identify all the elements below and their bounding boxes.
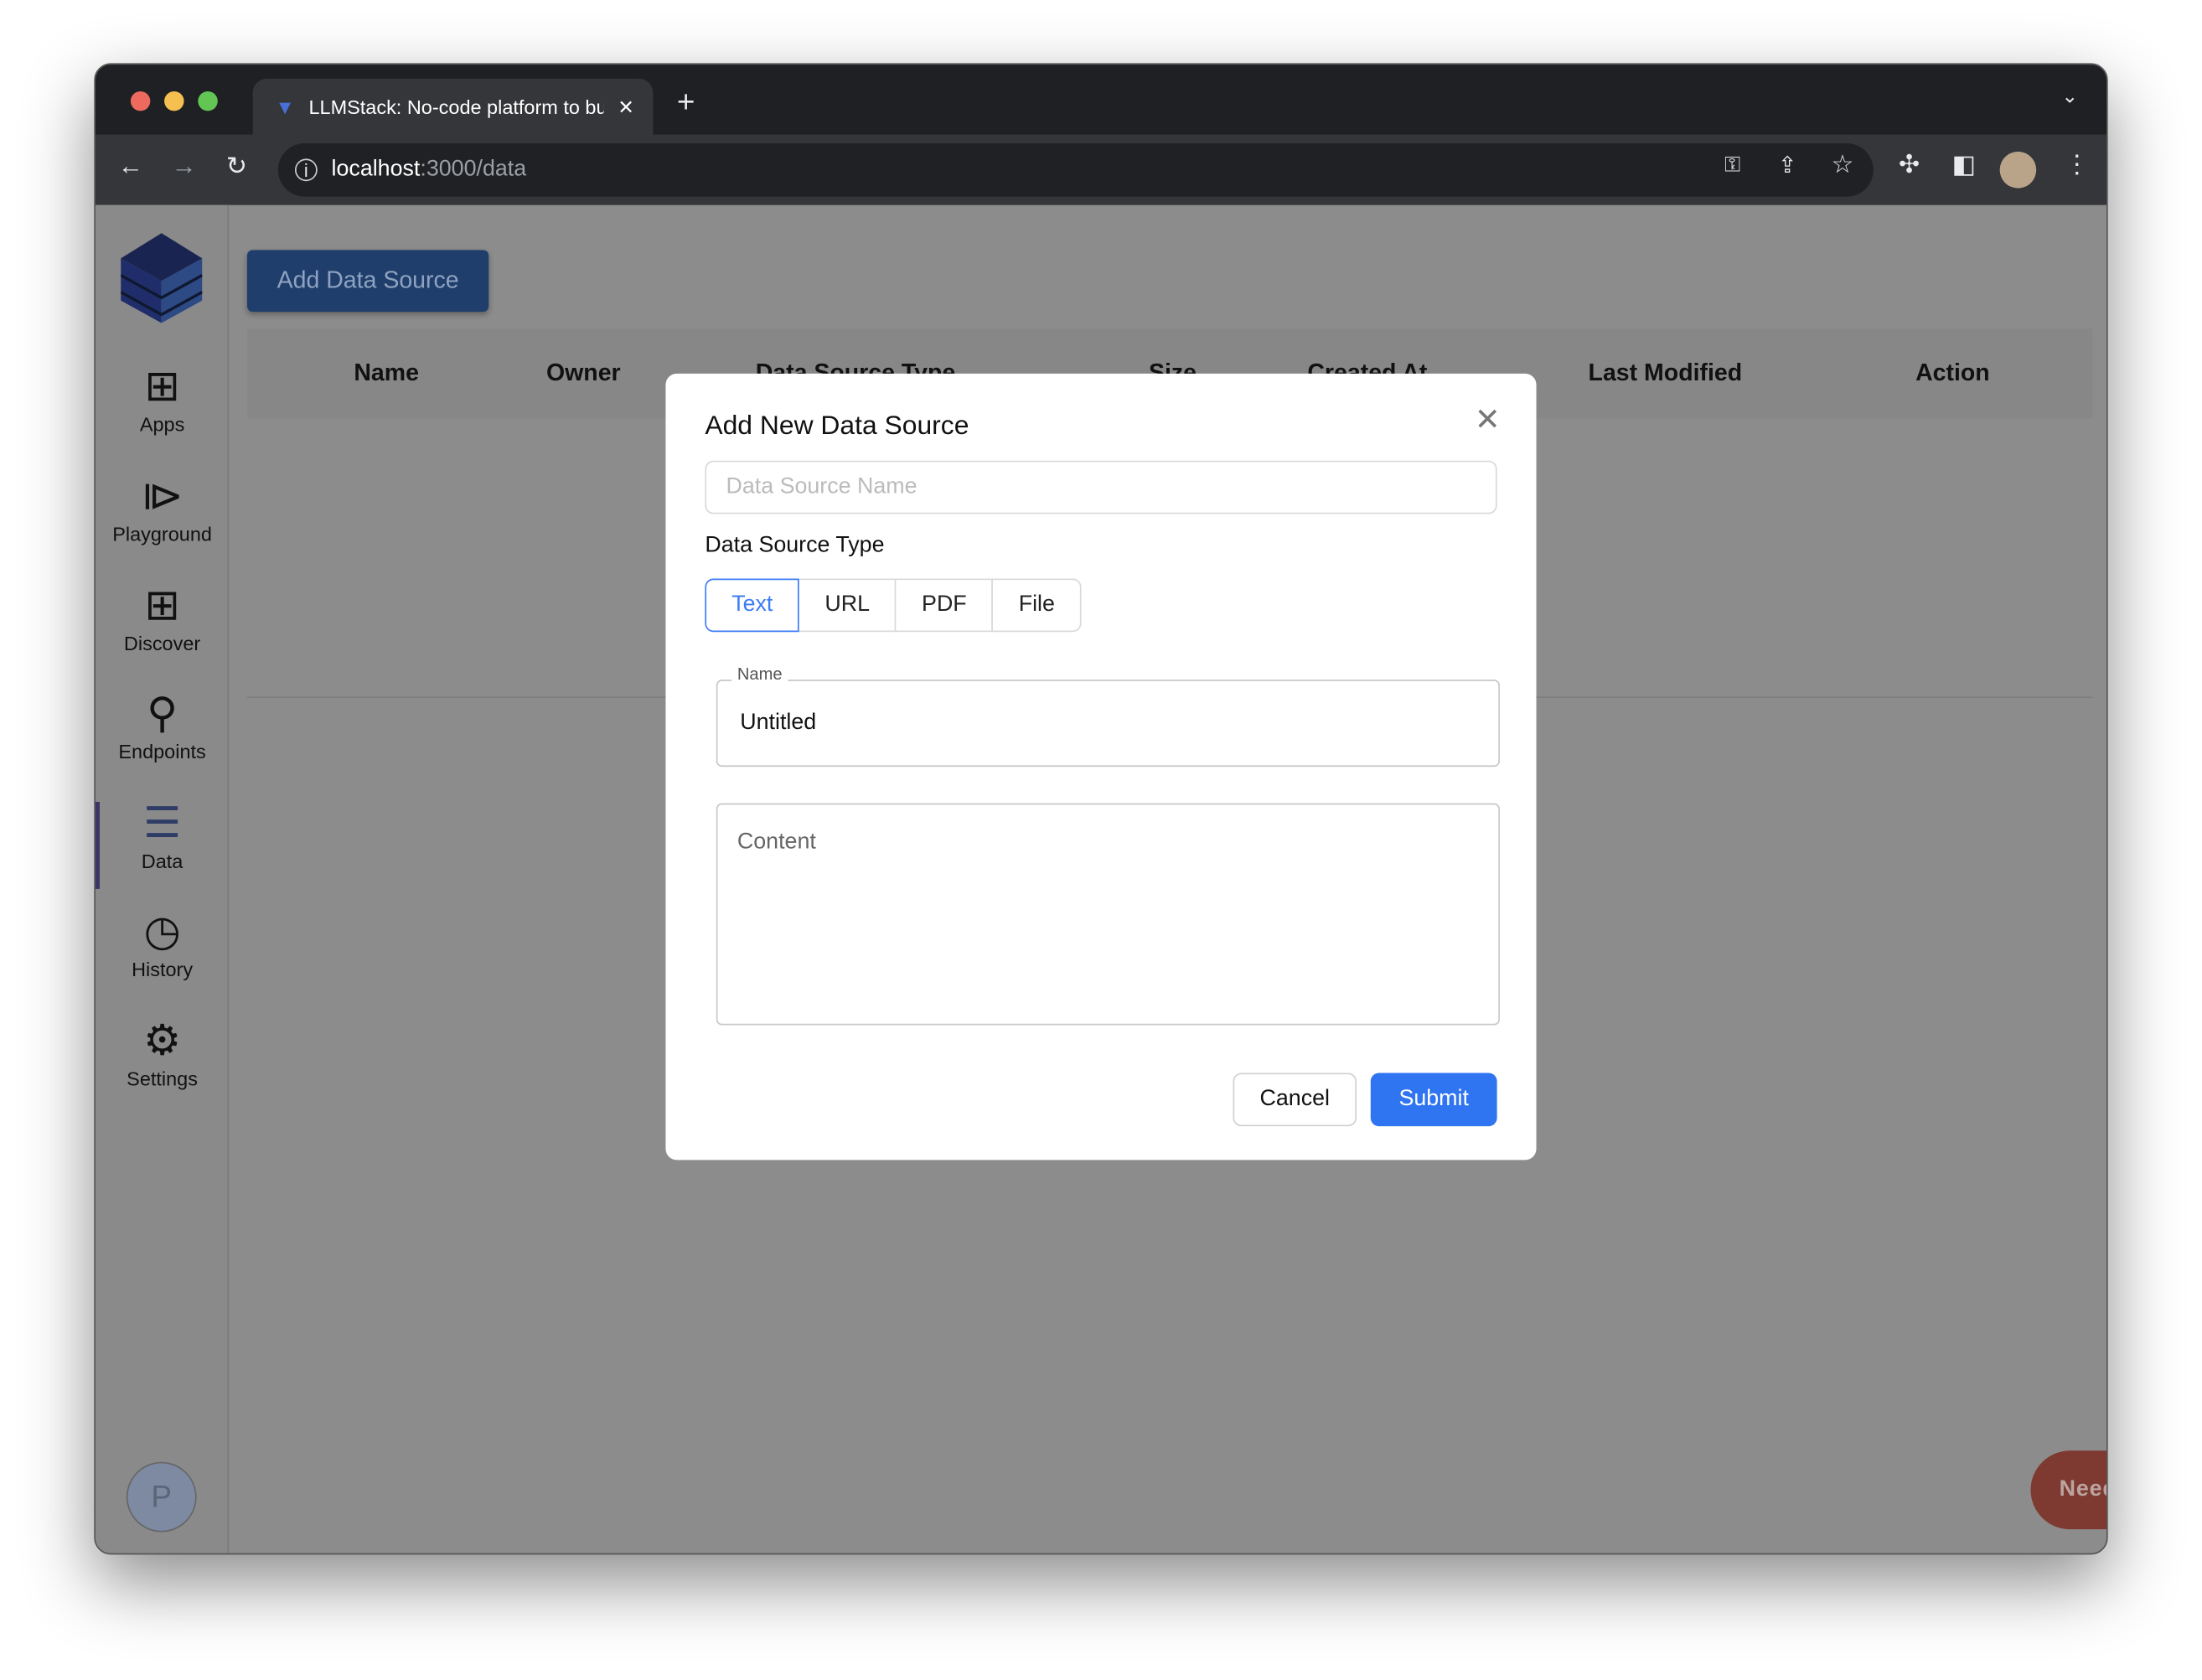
sidebar-item-data[interactable]: ☰Data	[96, 799, 229, 872]
sidebar-item-label: Apps	[140, 413, 185, 436]
add-data-source-button[interactable]: Add Data Source	[247, 250, 488, 312]
browser-tab[interactable]: ▼ LLMStack: No-code platform to build LL…	[253, 79, 654, 135]
history-clock-icon: ◷	[96, 907, 229, 958]
sidebar-item-apps[interactable]: ⊞Apps	[96, 362, 229, 435]
data-source-type-label: Data Source Type	[705, 534, 884, 559]
browser-toolbar: ← → ↻ i localhost:3000/data ⚿ ⇪ ☆ ✣ ◧ ⋮	[96, 135, 2106, 205]
tab-bar: ▼ LLMStack: No-code platform to build LL…	[96, 65, 2106, 135]
name-field[interactable]: Name Untitled	[716, 680, 1500, 767]
column-header[interactable]: Last Modified	[1589, 359, 1743, 388]
forward-icon[interactable]: →	[171, 152, 196, 181]
llmstack-logo	[121, 230, 202, 323]
sidebar: ⊞Apps ⧐Playground ⊞Discover ⚲Endpoints ☰…	[96, 205, 229, 1553]
sidebar-item-endpoints[interactable]: ⚲Endpoints	[96, 690, 229, 762]
sidebar-item-label: History	[132, 958, 193, 980]
database-icon: ☰	[96, 799, 229, 850]
minimize-window-button[interactable]	[164, 91, 184, 111]
close-window-button[interactable]	[131, 91, 150, 111]
sidebar-item-label: Playground	[112, 522, 212, 545]
sidebar-item-label: Settings	[127, 1067, 198, 1090]
tab-title: LLMStack: No-code platform to build LLM …	[308, 96, 603, 118]
name-field-label: Name	[731, 664, 788, 684]
dialog-title: Add New Data Source	[705, 411, 969, 442]
content-textarea[interactable]: Content	[716, 804, 1500, 1026]
reload-icon[interactable]: ↻	[226, 152, 247, 181]
data-source-name-input[interactable]	[705, 461, 1496, 514]
discover-grid-icon: ⊞	[96, 582, 229, 632]
extensions-icon[interactable]: ✣	[1899, 150, 1920, 179]
type-option-url[interactable]: URL	[799, 579, 897, 633]
type-option-text[interactable]: Text	[705, 579, 799, 633]
plug-icon: ⚲	[96, 690, 229, 740]
maximize-window-button[interactable]	[198, 91, 217, 111]
play-square-icon: ⧐	[96, 472, 229, 522]
apps-grid-icon: ⊞	[96, 362, 229, 412]
name-field-value: Untitled	[740, 711, 816, 736]
llmstack-favicon-icon: ▼	[275, 96, 294, 118]
sidebar-item-discover[interactable]: ⊞Discover	[96, 582, 229, 654]
close-icon[interactable]: ✕	[1475, 401, 1501, 438]
type-option-pdf[interactable]: PDF	[895, 579, 993, 633]
user-avatar[interactable]: P	[127, 1462, 197, 1533]
submit-button[interactable]: Submit	[1371, 1073, 1497, 1126]
back-icon[interactable]: ←	[118, 152, 143, 181]
bookmark-star-icon[interactable]: ☆	[1832, 150, 1854, 179]
sidebar-item-label: Data	[142, 850, 184, 872]
add-data-source-dialog: Add New Data Source ✕ Data Source Type T…	[665, 374, 1536, 1160]
browser-menu-icon[interactable]: ⋮	[2065, 150, 2090, 179]
sidebar-item-settings[interactable]: ⚙Settings	[96, 1016, 229, 1089]
password-key-icon[interactable]: ⚿	[1724, 153, 1740, 177]
side-panel-icon[interactable]: ◧	[1952, 150, 1977, 179]
tab-list-chevron-icon[interactable]: ⌄	[2061, 85, 2078, 108]
sidebar-item-label: Discover	[124, 632, 200, 654]
url-host: localhost	[332, 158, 421, 181]
cancel-button[interactable]: Cancel	[1233, 1073, 1357, 1126]
sidebar-item-history[interactable]: ◷History	[96, 907, 229, 980]
gear-icon: ⚙	[96, 1016, 229, 1067]
share-icon[interactable]: ⇪	[1778, 152, 1796, 180]
close-tab-icon[interactable]: ✕	[618, 95, 634, 118]
column-header[interactable]: Name	[354, 359, 419, 388]
need-help-button[interactable]: Need help?	[2030, 1450, 2107, 1529]
address-bar[interactable]: i localhost:3000/data	[278, 143, 1874, 197]
sidebar-item-label: Endpoints	[118, 740, 205, 762]
data-source-type-selector: Text URL PDF File	[705, 579, 1081, 633]
column-header[interactable]: Owner	[546, 359, 621, 388]
column-header[interactable]: Action	[1915, 359, 1990, 388]
type-option-file[interactable]: File	[992, 579, 1082, 633]
url-path: :3000/data	[420, 158, 526, 181]
new-tab-icon[interactable]: +	[677, 85, 695, 121]
sidebar-item-playground[interactable]: ⧐Playground	[96, 472, 229, 545]
site-info-icon[interactable]: i	[295, 158, 318, 181]
profile-avatar[interactable]	[2000, 152, 2037, 189]
